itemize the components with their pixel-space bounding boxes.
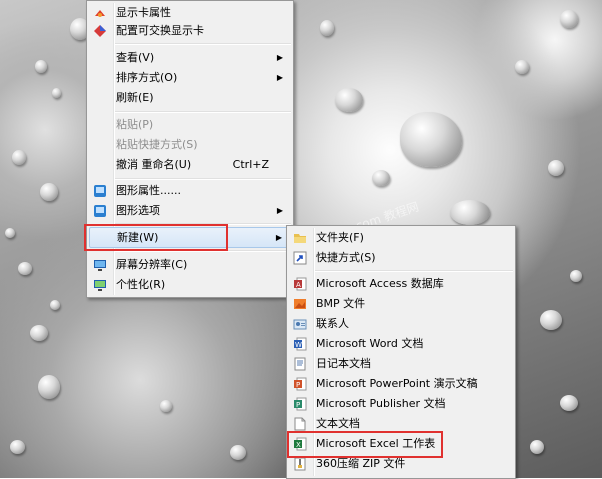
switchable-graphics-icon — [93, 24, 107, 38]
screen-resolution-icon — [93, 258, 107, 272]
menu-item-paste[interactable]: 粘贴(P) — [89, 115, 291, 135]
folder-icon — [293, 231, 307, 245]
submenu-arrow-icon: ▶ — [276, 53, 283, 62]
water-drop — [540, 310, 562, 330]
shortcut-label: Ctrl+Z — [232, 158, 269, 171]
menu-separator — [115, 111, 291, 113]
water-drop — [52, 88, 61, 98]
water-drop — [548, 160, 564, 176]
water-drop — [160, 400, 172, 412]
water-drop — [515, 60, 529, 74]
submenu-item-bmp[interactable]: BMP 文件 — [289, 294, 513, 314]
submenu-item-publisher[interactable]: P Microsoft Publisher 文档 — [289, 394, 513, 414]
water-drop — [450, 200, 490, 225]
water-drop — [40, 183, 58, 201]
svg-text:X: X — [296, 441, 301, 449]
menu-separator — [115, 250, 291, 252]
water-drop — [10, 440, 25, 454]
submenu-item-contact[interactable]: 联系人 — [289, 314, 513, 334]
menu-item-new[interactable]: 新建(W) ▶ — [89, 227, 291, 248]
submenu-item-zip[interactable]: 360压缩 ZIP 文件 — [289, 454, 513, 474]
menu-item-graphics-properties[interactable]: 图形属性...... — [89, 181, 291, 201]
water-drop — [50, 300, 60, 310]
menu-separator — [115, 43, 291, 45]
text-document-icon — [293, 417, 307, 431]
bmp-icon — [293, 297, 307, 311]
water-drop — [320, 20, 334, 36]
journal-icon — [293, 357, 307, 371]
submenu-item-excel[interactable]: X Microsoft Excel 工作表 — [289, 434, 513, 454]
water-drop — [5, 228, 15, 238]
new-submenu: 文件夹(F) 快捷方式(S) A Microsoft Access 数据库 BM… — [286, 225, 516, 479]
water-drop — [560, 395, 578, 411]
menu-separator — [315, 270, 513, 272]
submenu-arrow-icon: ▶ — [276, 73, 283, 82]
graphics-properties-icon — [93, 184, 107, 198]
menu-item-sort-by[interactable]: 排序方式(O) ▶ — [89, 68, 291, 88]
submenu-item-powerpoint[interactable]: P Microsoft PowerPoint 演示文稿 — [289, 374, 513, 394]
menu-item-graphics-options[interactable]: 图形选项 ▶ — [89, 201, 291, 221]
water-drop — [18, 262, 32, 275]
water-drop — [12, 150, 26, 165]
water-drop — [30, 325, 48, 341]
menu-separator — [115, 178, 291, 180]
menu-separator — [115, 223, 291, 225]
graphics-options-icon — [93, 204, 107, 218]
water-drop — [372, 170, 390, 186]
water-drop — [560, 10, 578, 28]
water-drop — [38, 375, 60, 399]
svg-text:P: P — [296, 401, 300, 409]
menu-item-display-card-properties[interactable]: 显示卡属性 — [89, 3, 291, 23]
submenu-item-folder[interactable]: 文件夹(F) — [289, 228, 513, 248]
menu-item-personalize[interactable]: 个性化(R) — [89, 275, 291, 295]
word-icon: W — [293, 337, 307, 351]
svg-text:P: P — [296, 381, 300, 389]
submenu-item-access[interactable]: A Microsoft Access 数据库 — [289, 274, 513, 294]
svg-text:A: A — [296, 281, 301, 289]
access-icon: A — [293, 277, 307, 291]
submenu-item-shortcut[interactable]: 快捷方式(S) — [289, 248, 513, 268]
submenu-item-journal[interactable]: 日记本文档 — [289, 354, 513, 374]
excel-icon: X — [293, 437, 307, 451]
water-drop — [335, 88, 363, 112]
svg-text:W: W — [295, 341, 302, 349]
powerpoint-icon: P — [293, 377, 307, 391]
menu-item-undo-rename[interactable]: 撤消 重命名(U) Ctrl+Z — [89, 155, 291, 175]
menu-item-screen-resolution[interactable]: 屏幕分辨率(C) — [89, 255, 291, 275]
menu-item-refresh[interactable]: 刷新(E) — [89, 88, 291, 108]
submenu-arrow-icon: ▶ — [276, 206, 283, 215]
contact-icon — [293, 317, 307, 331]
display-card-properties-icon — [93, 6, 107, 20]
submenu-arrow-icon: ▶ — [275, 233, 282, 242]
publisher-icon: P — [293, 397, 307, 411]
menu-item-paste-shortcut[interactable]: 粘贴快捷方式(S) — [89, 135, 291, 155]
shortcut-icon — [293, 251, 307, 265]
water-drop — [530, 440, 544, 454]
water-drop — [35, 60, 47, 73]
water-drop — [400, 112, 462, 167]
water-drop — [570, 270, 582, 282]
menu-item-view[interactable]: 查看(V) ▶ — [89, 48, 291, 68]
water-drop — [230, 445, 246, 460]
zip-icon — [293, 457, 307, 471]
submenu-item-text-document[interactable]: 文本文档 — [289, 414, 513, 434]
personalize-icon — [93, 278, 107, 292]
menu-item-switchable-graphics[interactable]: 配置可交换显示卡 — [89, 21, 291, 41]
desktop-context-menu: 显示卡属性 配置可交换显示卡 查看(V) ▶ 排序方式(O) ▶ 刷新(E) 粘… — [86, 0, 294, 298]
submenu-item-word[interactable]: W Microsoft Word 文档 — [289, 334, 513, 354]
